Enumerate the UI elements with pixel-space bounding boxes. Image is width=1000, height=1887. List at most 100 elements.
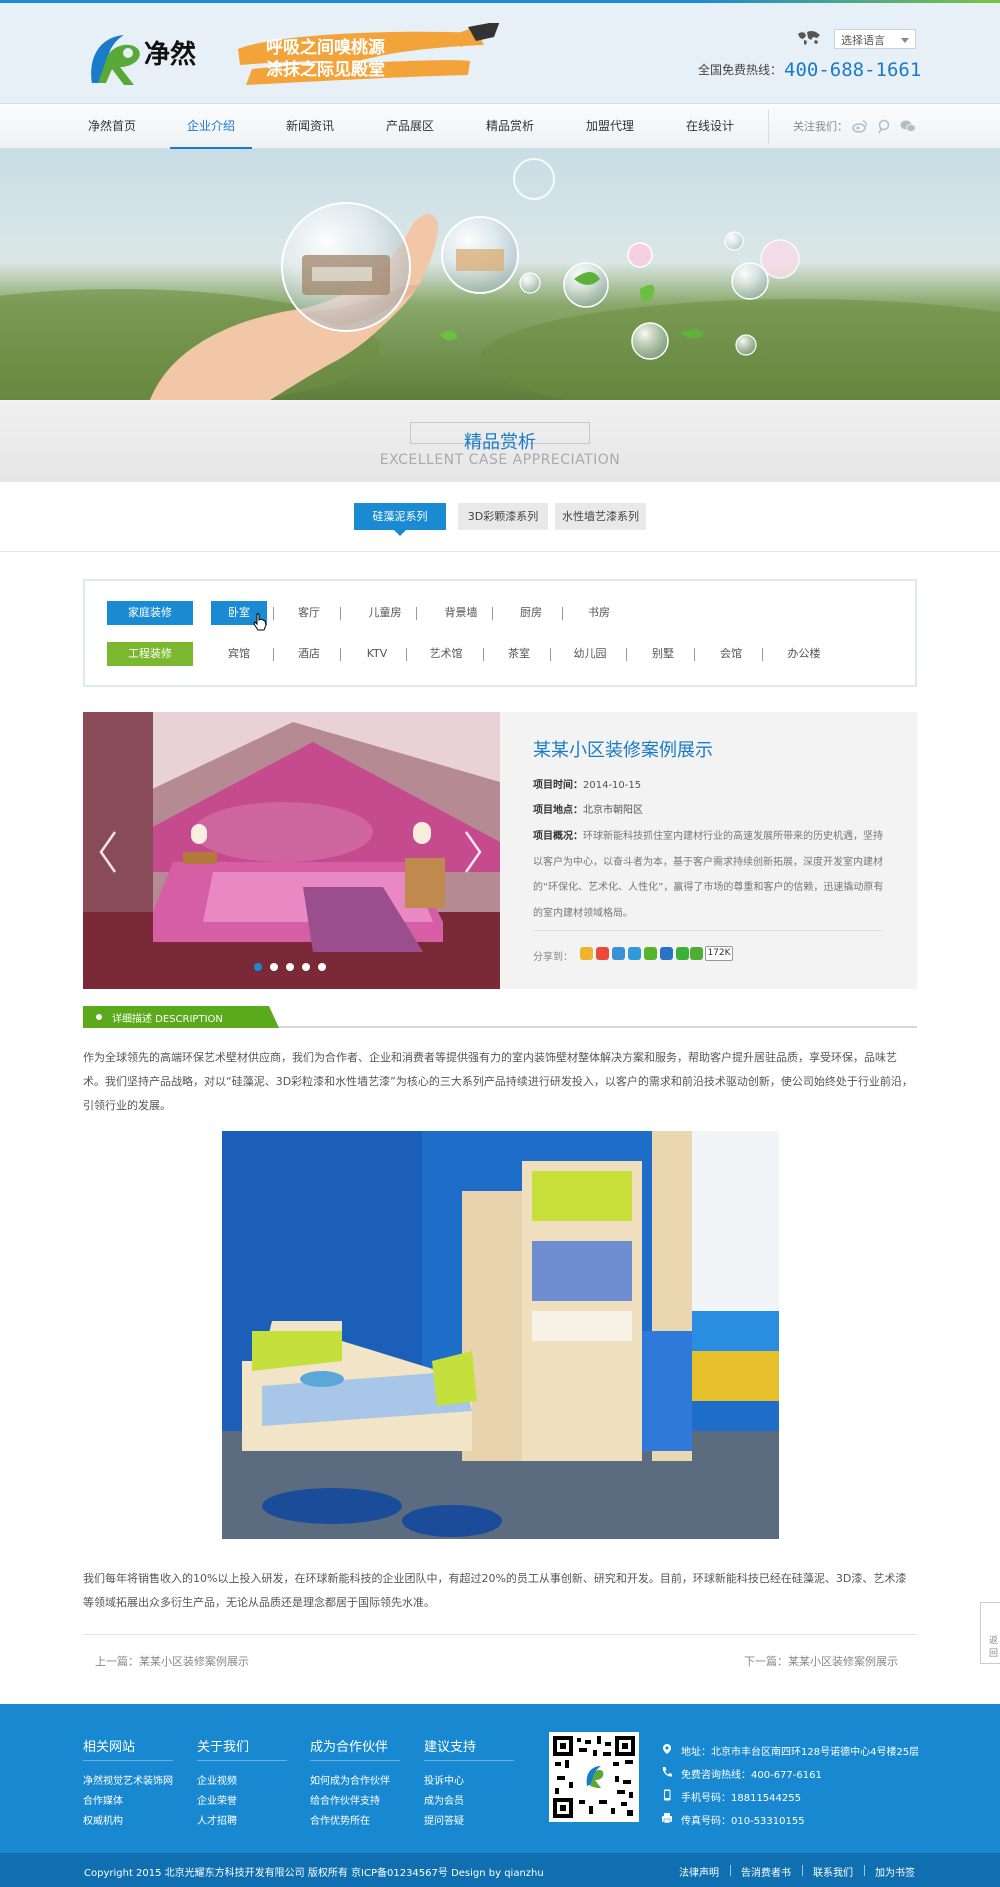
filter-option-kindergarten[interactable]: 幼儿园 [557,642,623,666]
filter-option-study[interactable]: 书房 [567,601,631,625]
hotline-label: 全国免费热线： [698,63,783,77]
nav-item-home[interactable]: 净然首页 [76,104,148,150]
share-renren-icon[interactable] [628,947,641,960]
footer-link[interactable]: 人才招聘 [197,1812,237,1827]
share-tencent-weibo-icon[interactable] [612,947,625,960]
footer-link[interactable]: 提问答疑 [424,1812,464,1827]
language-select[interactable]: 选择语言 [834,29,916,49]
svg-text:呼吸之间嗅桃源: 呼吸之间嗅桃源 [266,37,385,58]
case-slideshow[interactable] [83,712,500,989]
footer-bottom-bar: Copyright 2015 北京光耀东方科技开发有限公司 版权所有 京ICP备… [0,1853,1000,1887]
world-map-icon [798,31,820,45]
nav-item-news[interactable]: 新闻资讯 [274,104,346,150]
footer-col-underline [197,1760,287,1761]
nav-divider [768,110,769,144]
filter-option-hotel[interactable]: 宾馆 [211,642,267,666]
slide-dot[interactable] [270,963,278,971]
share-wechat-icon[interactable] [644,947,657,960]
tab-waterborne-paint[interactable]: 水性墙艺漆系列 [555,503,646,530]
hotline-number: 400-688-1661 [784,59,922,81]
filter-separator [626,648,627,661]
filter-separator [483,648,484,661]
footer-bottom-link-contact[interactable]: 联系我们 [813,1864,853,1879]
kids-room-image [222,1131,779,1539]
footer-link[interactable]: 净然视觉艺术装饰网 [83,1772,173,1787]
footer-col-title-partner: 成为合作伙伴 [310,1740,389,1755]
share-more-icon[interactable] [690,947,703,960]
share-douban-icon[interactable] [676,947,689,960]
site-header: 净然 呼吸之间嗅桃源 涂抹之际见殿堂 选择语言 全国免费热线： 400-688-1… [0,3,1000,103]
follow-label: 关注我们： [793,120,848,133]
filter-option-teahouse[interactable]: 茶室 [489,642,549,666]
tab-3d-paint[interactable]: 3D彩颗漆系列 [458,503,548,530]
footer-link[interactable]: 成为会员 [424,1792,464,1807]
nav-item-products[interactable]: 产品展区 [374,104,446,150]
share-qzone-icon[interactable] [580,947,593,960]
back-to-top-tab[interactable]: 返回 [980,1602,1000,1664]
filter-separator [273,648,274,661]
nav-item-franchise[interactable]: 加盟代理 [574,104,646,150]
nav-item-design[interactable]: 在线设计 [674,104,746,150]
tencent-weibo-icon[interactable] [876,119,892,133]
filter-option-ktv[interactable]: KTV [347,642,407,666]
footer-link[interactable]: 企业荣誉 [197,1792,237,1807]
share-kaixin-icon[interactable] [660,947,673,960]
hero-banner [0,149,1000,400]
case-info-panel: 某某小区装修案例展示 项目时间：2014-10-15 项目地点：北京市朝阳区 项… [500,712,917,989]
footer-mobile: 手机号码：18811544255 [681,1793,801,1804]
slide-prev-arrow[interactable] [97,830,119,874]
footer-bottom-separator [864,1865,865,1876]
filter-label-home[interactable]: 家庭装修 [107,601,193,625]
slide-dot[interactable] [286,963,294,971]
filter-option-kids-room[interactable]: 儿童房 [347,601,423,625]
banner-image [0,149,1000,400]
slide-dot[interactable] [302,963,310,971]
footer-bottom-link-legal[interactable]: 法律声明 [679,1864,719,1879]
filter-option-gallery[interactable]: 艺术馆 [413,642,479,666]
filter-separator [550,648,551,661]
filter-option-feature-wall[interactable]: 背景墙 [423,601,499,625]
weibo-icon[interactable] [852,119,868,133]
slide-dot[interactable] [318,963,326,971]
share-weibo-icon[interactable] [596,947,609,960]
filter-separator [273,607,274,620]
footer-link[interactable]: 投诉中心 [424,1772,464,1787]
tab-diatom-mud[interactable]: 硅藻泥系列 [354,503,446,536]
filter-option-clubhouse[interactable]: 会馆 [701,642,761,666]
chevron-down-icon [901,38,909,43]
filter-separator [562,607,563,620]
case-divider [533,930,883,931]
footer-link[interactable]: 给合作伙伴支持 [310,1792,380,1807]
filter-label-engineering[interactable]: 工程装修 [107,642,193,666]
footer-link[interactable]: 企业视频 [197,1772,237,1787]
description-tag-label: 详细描述 DESCRIPTION [112,1014,223,1025]
description-header: 详细描述 DESCRIPTION [83,1006,917,1028]
filter-option-restaurant-hotel[interactable]: 酒店 [281,642,337,666]
footer-bottom-link-consumer[interactable]: 告消费者书 [741,1864,791,1879]
slide-dot[interactable] [254,963,262,971]
footer-link[interactable]: 权威机构 [83,1812,123,1827]
wechat-icon[interactable] [900,119,916,133]
filter-option-kitchen[interactable]: 厨房 [499,601,563,625]
footer-link[interactable]: 合作媒体 [83,1792,123,1807]
main-nav: 净然首页 企业介绍 新闻资讯 产品展区 精品赏析 加盟代理 在线设计 关注我们： [0,103,1000,150]
filter-option-villa[interactable]: 别墅 [633,642,693,666]
footer-bottom-link-bookmark[interactable]: 加为书签 [875,1864,915,1879]
footer-link[interactable]: 合作优势所在 [310,1812,370,1827]
case-date: 项目时间：2014-10-15 [533,776,641,791]
filter-option-office[interactable]: 办公楼 [769,642,839,666]
filter-option-living-room[interactable]: 客厅 [281,601,337,625]
slide-next-arrow[interactable] [462,830,484,874]
phone-icon [662,1767,672,1777]
filter-separator [406,648,407,661]
footer-link[interactable]: 如何成为合作伙伴 [310,1772,390,1787]
filter-separator [694,648,695,661]
nav-item-about[interactable]: 企业介绍 [170,104,252,150]
site-logo[interactable]: 净然 [84,27,200,89]
next-article-link[interactable]: 下一篇：某某小区装修案例展示 [744,1653,898,1669]
prev-article-link[interactable]: 上一篇：某某小区装修案例展示 [95,1653,249,1669]
description-paragraph-2: 我们每年将销售收入的10%以上投入研发，在环球新能科技的企业团队中，有超过20%… [83,1572,907,1609]
nav-item-cases[interactable]: 精品赏析 [474,104,546,150]
case-date-value: 2014-10-15 [583,780,642,791]
filter-separator [492,607,493,620]
